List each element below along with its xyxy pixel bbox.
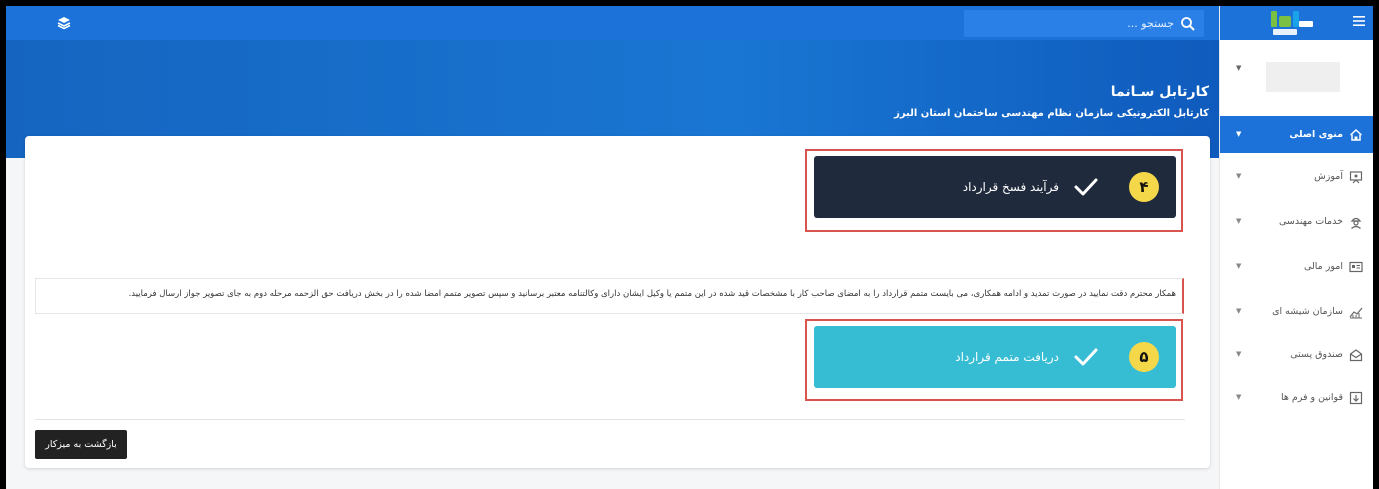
education-icon	[1349, 170, 1363, 183]
step-cancel-contract[interactable]: ۴ فرآیند فسخ قرارداد	[814, 156, 1176, 218]
step-receive-amendment[interactable]: ۵ دریافت متمم قرارداد	[814, 326, 1176, 388]
app-frame: کارتابل سـانما کارتابل الکترونیکی سازمان…	[6, 6, 1373, 489]
sidebar-item-label: خدمات مهندسی	[1278, 216, 1343, 227]
step-number-badge: ۵	[1129, 342, 1159, 372]
sidebar-item-label: صندوق پستی	[1290, 349, 1343, 360]
mailbox-icon	[1349, 348, 1363, 361]
sidebar-item-rules-forms[interactable]: قوانین و فرم ها ▼	[1220, 379, 1373, 416]
search-input[interactable]	[974, 10, 1174, 37]
step-label: فرآیند فسخ قرارداد	[962, 180, 1059, 194]
sidebar-header	[1220, 6, 1373, 40]
sidebar-item-engineering-services[interactable]: خدمات مهندسی ▼	[1220, 203, 1373, 240]
download-icon	[1349, 391, 1363, 404]
check-icon	[1074, 178, 1098, 196]
layers-icon[interactable]	[56, 15, 72, 31]
step-label: دریافت متمم قرارداد	[955, 350, 1059, 364]
sidebar-item-label: آموزش	[1314, 171, 1343, 182]
step-number-badge: ۴	[1129, 172, 1159, 202]
divider	[35, 419, 1185, 420]
chevron-down-icon: ▼	[1236, 350, 1242, 358]
home-icon	[1349, 128, 1363, 141]
page-title: کارتابل سـانما	[1110, 84, 1209, 100]
engineer-icon	[1350, 217, 1362, 229]
sidebar-item-main-menu[interactable]: منوی اصلی ▼	[1220, 116, 1373, 153]
sidebar-item-label: سازمان شیشه ای	[1272, 306, 1343, 317]
search-icon[interactable]	[1180, 16, 1196, 32]
chevron-down-icon: ▼	[1236, 393, 1242, 401]
chevron-down-icon: ▼	[1236, 130, 1242, 138]
chevron-down-icon: ▼	[1236, 217, 1242, 225]
chevron-down-icon: ▼	[1236, 262, 1242, 270]
chart-icon	[1349, 307, 1363, 318]
logo[interactable]	[1267, 7, 1317, 39]
sidebar-item-education[interactable]: آموزش ▼	[1220, 158, 1373, 195]
notice-message: همکار محترم دقت نمایید در صورت تمدید و ا…	[35, 278, 1184, 314]
user-profile-box[interactable]	[1266, 62, 1340, 92]
content-card: ۴ فرآیند فسخ قرارداد همکار محترم دقت نما…	[25, 136, 1210, 468]
chevron-down-icon[interactable]: ▼	[1236, 64, 1244, 72]
hamburger-menu-icon[interactable]	[1352, 14, 1366, 28]
top-bar	[6, 6, 1219, 40]
sidebar-item-glass-organization[interactable]: سازمان شیشه ای ▼	[1220, 293, 1373, 330]
sidebar-item-mailbox[interactable]: صندوق پستی ▼	[1220, 336, 1373, 373]
check-icon	[1074, 348, 1098, 366]
search-box	[964, 10, 1204, 37]
sidebar-item-label: امور مالی	[1303, 261, 1343, 272]
step-highlight-frame: ۵ دریافت متمم قرارداد	[805, 319, 1183, 401]
sidebar-item-finance[interactable]: امور مالی ▼	[1220, 248, 1373, 285]
back-to-desk-button[interactable]: بازگشت به میزکار	[35, 430, 127, 459]
finance-icon	[1349, 261, 1363, 272]
chevron-down-icon: ▼	[1236, 172, 1242, 180]
sidebar-item-label: منوی اصلی	[1289, 129, 1343, 140]
page-subtitle: کارتابل الکترونیکی سازمان نظام مهندسی سا…	[894, 108, 1209, 119]
step-highlight-frame: ۴ فرآیند فسخ قرارداد	[805, 149, 1183, 232]
sidebar: ▼ منوی اصلی ▼ آموزش ▼ خدمات مهندسی ▼ امو…	[1219, 6, 1373, 489]
sidebar-item-label: قوانین و فرم ها	[1280, 392, 1343, 403]
chevron-down-icon: ▼	[1236, 307, 1242, 315]
